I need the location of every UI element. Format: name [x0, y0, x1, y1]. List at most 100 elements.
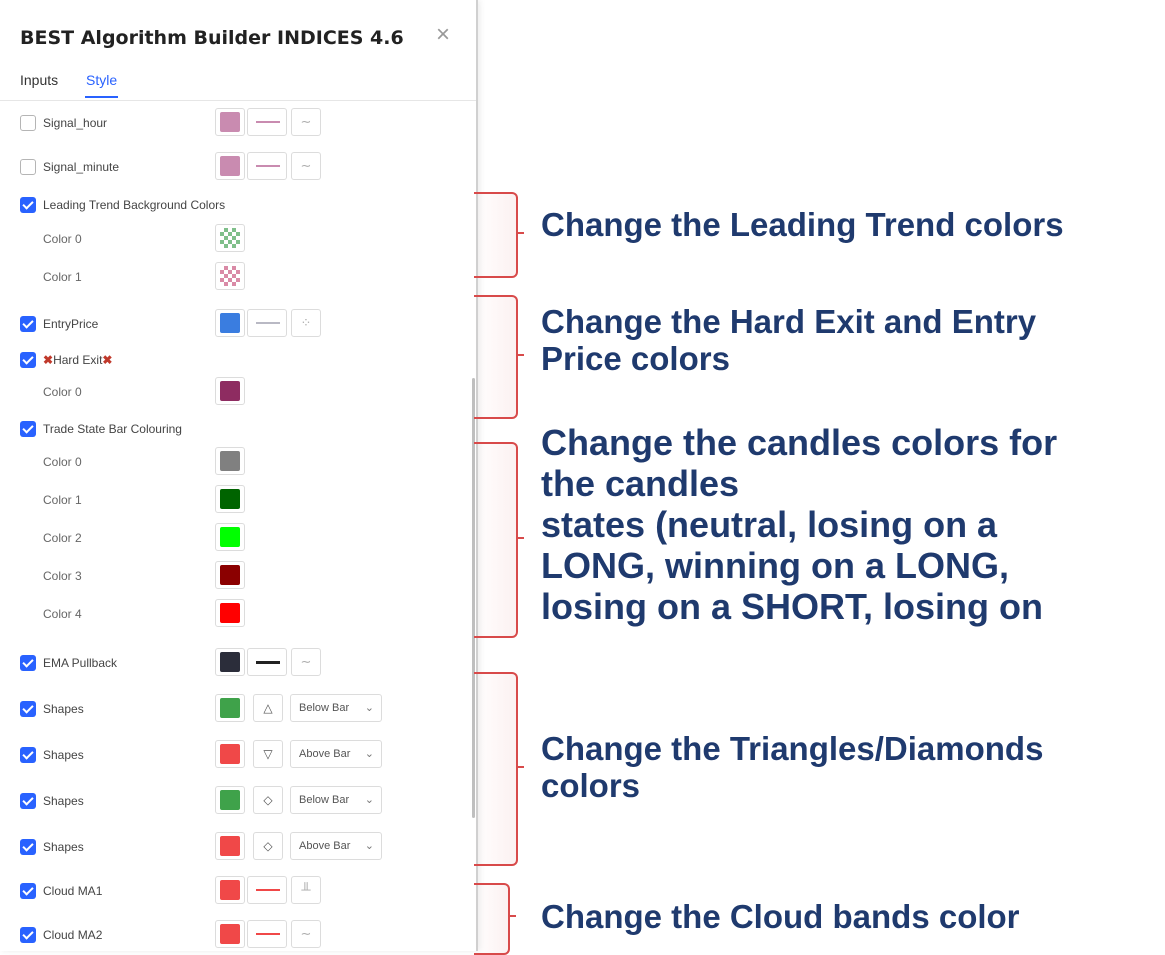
ema-pullback-line-button[interactable]: [247, 648, 287, 676]
cloud-ma2-checkbox[interactable]: [20, 927, 36, 943]
trade-color2-button[interactable]: [215, 523, 245, 551]
wave-icon[interactable]: ∼: [291, 152, 321, 180]
row-trade-state: Trade State Bar Colouring: [0, 416, 470, 442]
shapes-1-position-select[interactable]: Below Bar ⌄: [290, 694, 382, 722]
trade-color2-label: Color 2: [43, 531, 82, 545]
dots-icon[interactable]: ⁘: [291, 309, 321, 337]
trade-color0-button[interactable]: [215, 447, 245, 475]
row-hard-exit-color-0: Color 0: [0, 377, 470, 405]
color-swatch: [220, 451, 240, 471]
row-leading-color-0: Color 0: [0, 224, 470, 252]
color-swatch: [220, 112, 240, 132]
x-mark-icon: ✖: [102, 353, 113, 367]
tabs-divider: [0, 100, 476, 101]
histogram-icon[interactable]: ╨: [291, 876, 321, 904]
triangle-down-icon[interactable]: ▽: [253, 740, 283, 768]
shapes-4-checkbox[interactable]: [20, 839, 36, 855]
row-trade-color-0: Color 0: [0, 447, 470, 475]
shapes-4-color-button[interactable]: [215, 832, 245, 860]
entry-price-checkbox[interactable]: [20, 316, 36, 332]
tab-inputs[interactable]: Inputs: [20, 72, 58, 88]
shapes-1-checkbox[interactable]: [20, 701, 36, 717]
row-leading-color-1: Color 1: [0, 262, 470, 290]
line-width-preview: [256, 322, 280, 324]
ema-pullback-color-button[interactable]: [215, 648, 245, 676]
shapes-2-label: Shapes: [43, 748, 84, 762]
shapes-1-color-button[interactable]: [215, 694, 245, 722]
entry-price-label: EntryPrice: [43, 317, 99, 331]
signal-hour-label: Signal_hour: [43, 116, 108, 130]
row-cloud-ma1: Cloud MA1 ╨: [0, 876, 470, 904]
annotation-bracket-trade-state: [474, 442, 524, 638]
signal-minute-line-button[interactable]: [247, 152, 287, 180]
shapes-3-color-button[interactable]: [215, 786, 245, 814]
hard-exit-color0-button[interactable]: [215, 377, 245, 405]
chevron-down-icon: ⌄: [364, 840, 374, 852]
cloud-ma2-label: Cloud MA2: [43, 928, 103, 942]
line-width-preview: [256, 889, 280, 891]
wave-icon[interactable]: ∼: [291, 920, 321, 948]
hard-exit-label: ✖Hard Exit✖: [43, 353, 113, 367]
leading-color0-button[interactable]: [215, 224, 245, 252]
row-trade-color-4: Color 4: [0, 599, 470, 627]
cloud-ma1-line-button[interactable]: [247, 876, 287, 904]
diamond-icon[interactable]: ◇: [253, 832, 283, 860]
shapes-3-checkbox[interactable]: [20, 793, 36, 809]
color-swatch: [220, 790, 240, 810]
chevron-down-icon: ⌄: [364, 702, 374, 714]
entry-price-color-button[interactable]: [215, 309, 245, 337]
shapes-3-label: Shapes: [43, 794, 84, 808]
signal-minute-checkbox[interactable]: [20, 159, 36, 175]
row-entry-price: EntryPrice ⁘: [0, 309, 470, 337]
ema-pullback-checkbox[interactable]: [20, 655, 36, 671]
leading-color1-label: Color 1: [43, 270, 82, 284]
entry-price-line-button[interactable]: [247, 309, 287, 337]
cloud-ma1-label: Cloud MA1: [43, 884, 103, 898]
wave-icon[interactable]: ∼: [291, 648, 321, 676]
trade-color3-button[interactable]: [215, 561, 245, 589]
leading-color1-button[interactable]: [215, 262, 245, 290]
tab-style[interactable]: Style: [86, 72, 117, 88]
row-trade-color-1: Color 1: [0, 485, 470, 513]
close-icon[interactable]: ×: [432, 23, 454, 47]
cloud-ma2-color-button[interactable]: [215, 920, 245, 948]
diamond-icon[interactable]: ◇: [253, 786, 283, 814]
color-swatch: [220, 228, 240, 248]
trade-color4-button[interactable]: [215, 599, 245, 627]
cloud-ma1-checkbox[interactable]: [20, 883, 36, 899]
signal-hour-color-button[interactable]: [215, 108, 245, 136]
chevron-down-icon: ⌄: [364, 794, 374, 806]
annotation-hard-exit: Change the Hard Exit and Entry Price col…: [541, 303, 1037, 377]
signal-hour-checkbox[interactable]: [20, 115, 36, 131]
triangle-up-icon[interactable]: △: [253, 694, 283, 722]
hard-exit-color0-label: Color 0: [43, 385, 82, 399]
trade-color3-label: Color 3: [43, 569, 82, 583]
signal-hour-line-button[interactable]: [247, 108, 287, 136]
signal-minute-color-button[interactable]: [215, 152, 245, 180]
hard-exit-checkbox[interactable]: [20, 352, 36, 368]
color-swatch: [220, 744, 240, 764]
color-swatch: [220, 527, 240, 547]
leading-color0-label: Color 0: [43, 232, 82, 246]
annotation-bracket-leading-trend: [474, 192, 524, 278]
shapes-4-position-select[interactable]: Above Bar ⌄: [290, 832, 382, 860]
trade-color4-label: Color 4: [43, 607, 82, 621]
cloud-ma2-line-button[interactable]: [247, 920, 287, 948]
row-trade-color-3: Color 3: [0, 561, 470, 589]
line-width-preview: [256, 661, 280, 664]
wave-icon[interactable]: ∼: [291, 108, 321, 136]
cloud-ma1-color-button[interactable]: [215, 876, 245, 904]
leading-trend-checkbox[interactable]: [20, 197, 36, 213]
shapes-3-position-select[interactable]: Below Bar ⌄: [290, 786, 382, 814]
shapes-2-checkbox[interactable]: [20, 747, 36, 763]
annotation-bracket-cloud: [474, 883, 516, 955]
shapes-2-color-button[interactable]: [215, 740, 245, 768]
shapes-2-position-select[interactable]: Above Bar ⌄: [290, 740, 382, 768]
trade-color1-button[interactable]: [215, 485, 245, 513]
trade-state-checkbox[interactable]: [20, 421, 36, 437]
row-signal-hour: Signal_hour ∼: [0, 108, 470, 136]
color-swatch: [220, 156, 240, 176]
leading-trend-label: Leading Trend Background Colors: [43, 198, 226, 212]
row-cloud-ma2: Cloud MA2 ∼: [0, 920, 470, 948]
row-shapes-2: Shapes ▽ Above Bar ⌄: [0, 740, 470, 768]
